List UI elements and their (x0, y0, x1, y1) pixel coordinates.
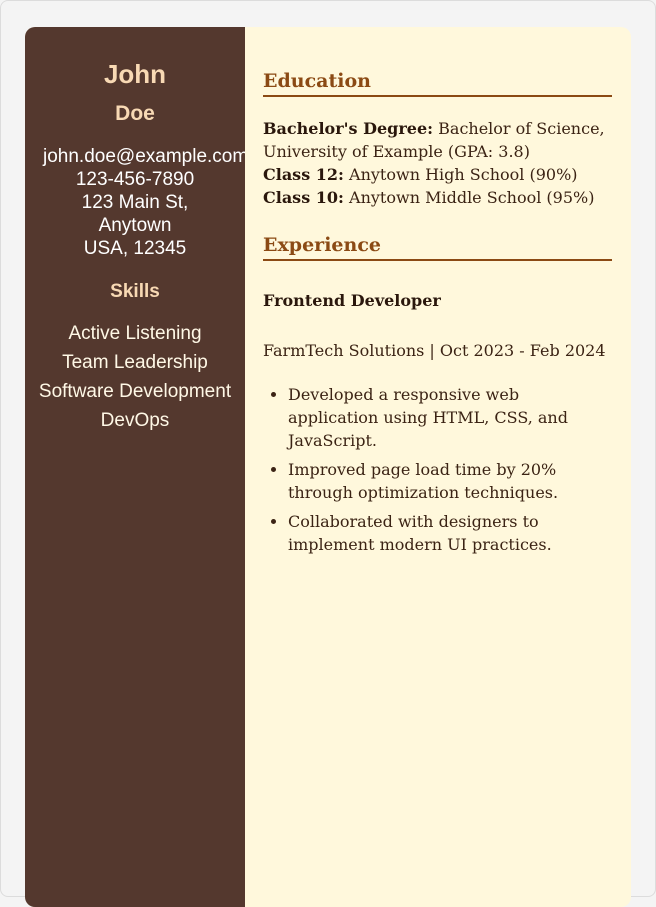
education-label: Class 12: (263, 165, 344, 184)
first-name: John (103, 59, 167, 89)
education-entry: Class 12: Anytown High School (90%) (263, 163, 612, 186)
education-text: Anytown High School (90%) (349, 165, 578, 184)
job-bullets: Developed a responsive web application u… (263, 383, 612, 556)
sidebar: John Doe john.doe@example.com 123-456-78… (25, 27, 245, 907)
job-bullet: Developed a responsive web application u… (288, 383, 612, 452)
education-entry: Bachelor's Degree: Bachelor of Science, … (263, 117, 612, 163)
skill-item: Active Listening (68, 323, 202, 344)
skill-item: DevOps (100, 410, 170, 431)
address-line-3: USA, 12345 (83, 238, 187, 259)
education-list: Bachelor's Degree: Bachelor of Science, … (263, 117, 612, 209)
skills-list: Active Listening Team Leadership Softwar… (25, 322, 245, 432)
resume-card: John Doe john.doe@example.com 123-456-78… (25, 27, 631, 907)
education-label: Bachelor's Degree: (263, 119, 434, 138)
skill-item: Software Development (38, 381, 232, 402)
education-label: Class 10: (263, 188, 344, 207)
job-meta: FarmTech Solutions | Oct 2023 - Feb 2024 (263, 341, 606, 360)
address-line-1: 123 Main St, (81, 192, 189, 213)
job-title: Frontend Developer (263, 291, 441, 310)
job-bullet: Improved page load time by 20% through o… (288, 458, 612, 504)
education-entry: Class 10: Anytown Middle School (95%) (263, 186, 612, 209)
contact-info: john.doe@example.com 123-456-7890 123 Ma… (25, 145, 245, 260)
main-content: Education Bachelor's Degree: Bachelor of… (245, 27, 631, 907)
education-text: Anytown Middle School (95%) (349, 188, 595, 207)
skill-item: Team Leadership (62, 352, 208, 373)
page-frame: John Doe john.doe@example.com 123-456-78… (0, 0, 656, 907)
job-bullet: Collaborated with designers to implement… (288, 510, 612, 556)
phone-text: 123-456-7890 (75, 169, 195, 190)
skills-heading: Skills (110, 281, 160, 302)
email-text: john.doe@example.com (43, 146, 245, 167)
last-name: Doe (115, 102, 155, 125)
education-heading: Education (263, 67, 612, 97)
address-line-2: Anytown (98, 215, 172, 236)
experience-heading: Experience (263, 231, 612, 261)
